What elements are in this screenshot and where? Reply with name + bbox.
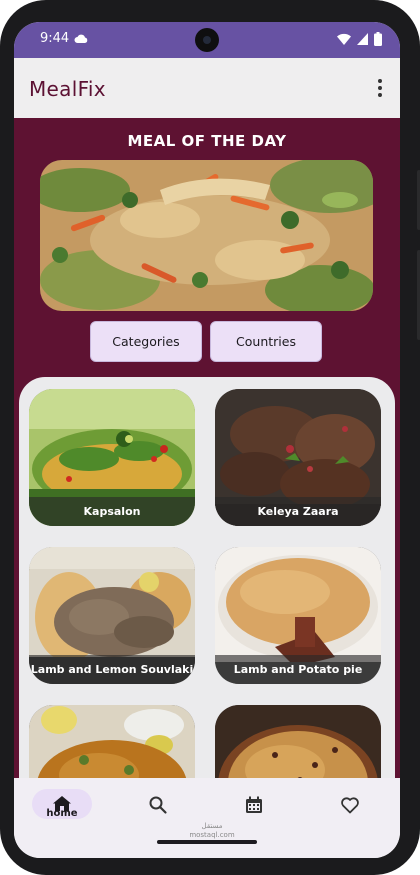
cloud-icon: [74, 34, 88, 43]
bottom-nav: home: [14, 778, 400, 858]
meal-card-keleya-zaara[interactable]: Keleya Zaara: [215, 389, 381, 526]
meal-name: Keleya Zaara: [257, 505, 339, 518]
meal-card-lamb-potato-pie[interactable]: Lamb and Potato pie: [215, 547, 381, 684]
app-title: MealFix: [29, 77, 106, 101]
meal-of-the-day-heading: MEAL OF THE DAY: [127, 132, 287, 150]
status-icons: [337, 32, 382, 46]
meal-card-lamb-lemon-souvlaki[interactable]: Lamb and Lemon Souvlaki: [29, 547, 195, 684]
phone-frame: 9:44 MealFix MEAL OF THE DAY Categories …: [0, 0, 420, 875]
meal-name: Lamb and Potato pie: [233, 663, 363, 676]
main-content: MEAL OF THE DAY Categories Countries Kap…: [14, 118, 400, 778]
categories-button[interactable]: Categories: [90, 321, 202, 362]
calendar-icon: [246, 796, 262, 813]
nav-home-label: home: [46, 808, 78, 819]
heart-icon: [341, 797, 359, 814]
app-bar: MealFix: [14, 58, 400, 118]
meal-name: Kapsalon: [83, 505, 141, 518]
status-bar: 9:44: [14, 22, 400, 58]
watermark: مستقل mostaql.com: [189, 822, 235, 839]
meal-of-the-day-image[interactable]: [40, 160, 373, 311]
front-camera: [195, 28, 219, 52]
nav-home[interactable]: home: [27, 778, 97, 834]
wifi-icon: [337, 33, 351, 45]
meal-card-6[interactable]: [215, 705, 381, 778]
status-time: 9:44: [40, 31, 70, 46]
more-vert-icon[interactable]: [370, 76, 390, 100]
nav-favorites[interactable]: [315, 778, 385, 834]
gesture-bar: [157, 840, 257, 844]
countries-button[interactable]: Countries: [210, 321, 322, 362]
signal-icon: [357, 33, 368, 45]
meal-card-5[interactable]: [29, 705, 195, 778]
meal-name: Lamb and Lemon Souvlaki: [30, 663, 194, 676]
meals-grid: Kapsalon Keleya Zaara Lamb and Lemon Sou…: [19, 377, 395, 778]
meal-card-kapsalon[interactable]: Kapsalon: [29, 389, 195, 526]
screen: 9:44 MealFix MEAL OF THE DAY Categories …: [14, 22, 400, 858]
meal-photo: [215, 705, 381, 778]
battery-icon: [374, 32, 382, 46]
search-icon: [149, 796, 167, 814]
meal-photo: [29, 705, 195, 778]
